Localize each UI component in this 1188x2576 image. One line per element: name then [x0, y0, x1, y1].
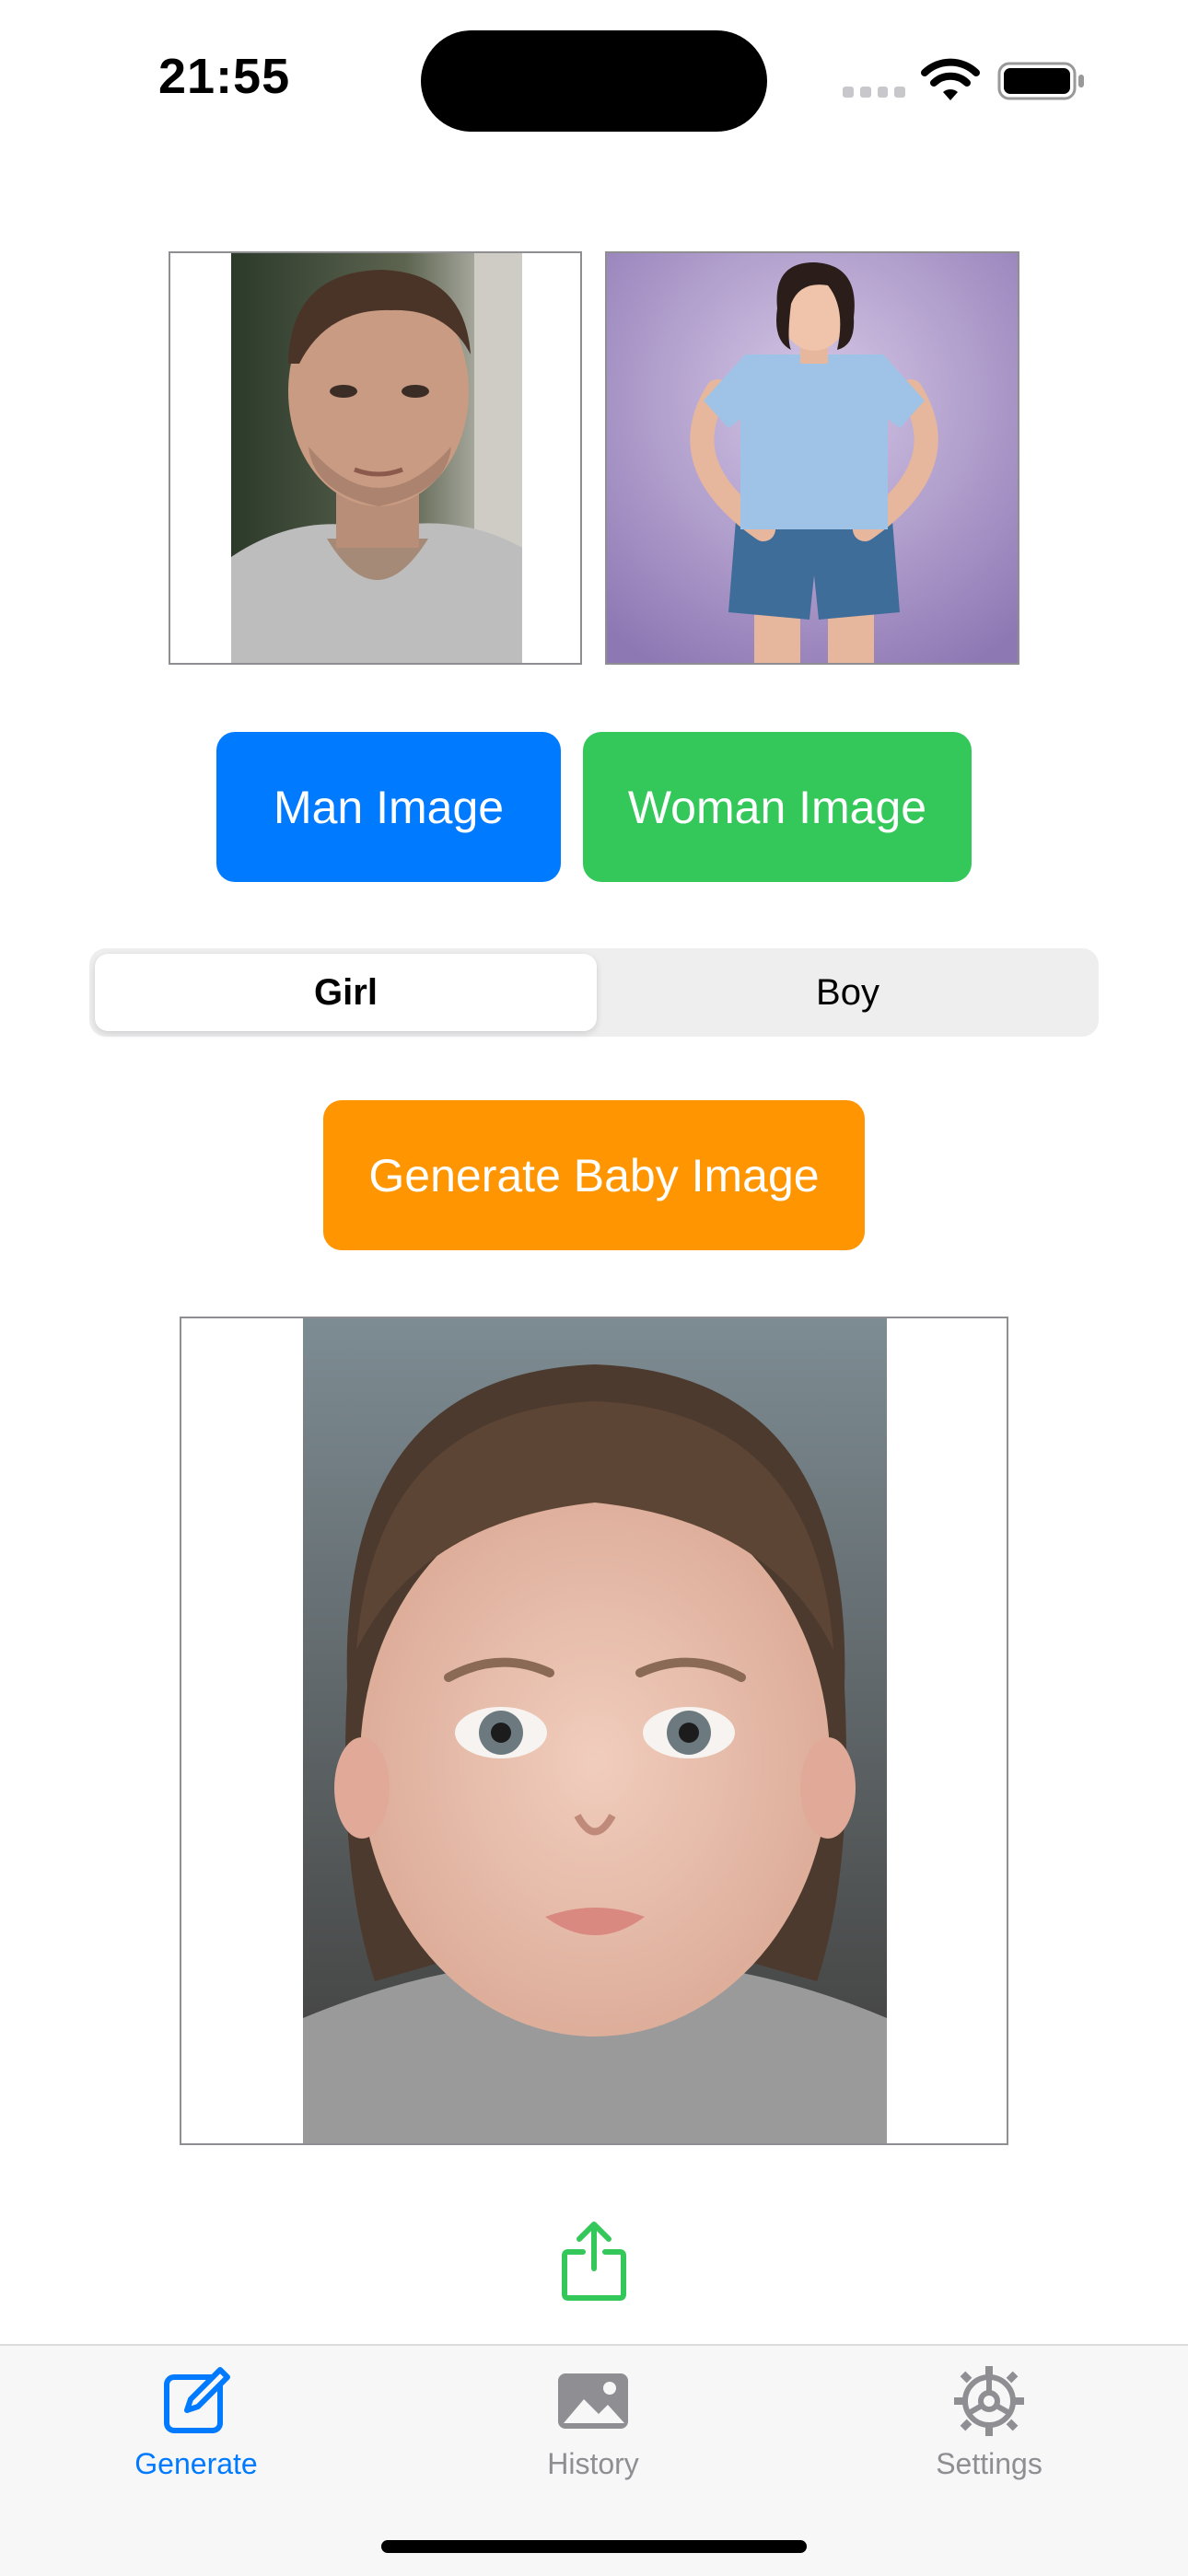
status-time: 21:55 — [158, 49, 291, 104]
tab-history-label: History — [547, 2447, 639, 2480]
woman-image-button[interactable]: Woman Image — [583, 732, 972, 882]
tab-settings-label: Settings — [936, 2447, 1042, 2480]
baby-result-photo — [180, 1317, 1008, 2145]
tab-generate-label: Generate — [134, 2447, 258, 2480]
gender-segmented-control[interactable]: Girl Boy — [89, 948, 1099, 1037]
woman-photo — [605, 251, 1019, 665]
man-portrait-photo — [231, 253, 522, 663]
man-image-button[interactable]: Man Image — [216, 732, 561, 882]
tab-history[interactable]: History — [473, 2364, 713, 2493]
tab-generate[interactable]: Generate — [76, 2364, 316, 2493]
man-photo — [169, 251, 582, 665]
dynamic-island — [421, 30, 767, 132]
wifi-icon — [921, 58, 980, 100]
home-indicator — [381, 2540, 807, 2553]
baby-girl-portrait-photo — [303, 1318, 887, 2143]
gear-icon — [954, 2366, 1024, 2436]
segment-boy[interactable]: Boy — [597, 954, 1099, 1031]
share-icon[interactable] — [561, 2221, 627, 2302]
tab-settings[interactable]: Settings — [869, 2364, 1109, 2493]
signal-icon — [843, 87, 905, 98]
generate-baby-image-button[interactable]: Generate Baby Image — [323, 1100, 865, 1250]
compose-icon — [164, 2367, 230, 2433]
woman-portrait-photo — [607, 253, 1018, 663]
battery-icon — [997, 62, 1084, 100]
photo-icon — [558, 2373, 628, 2429]
segment-girl[interactable]: Girl — [95, 954, 597, 1031]
